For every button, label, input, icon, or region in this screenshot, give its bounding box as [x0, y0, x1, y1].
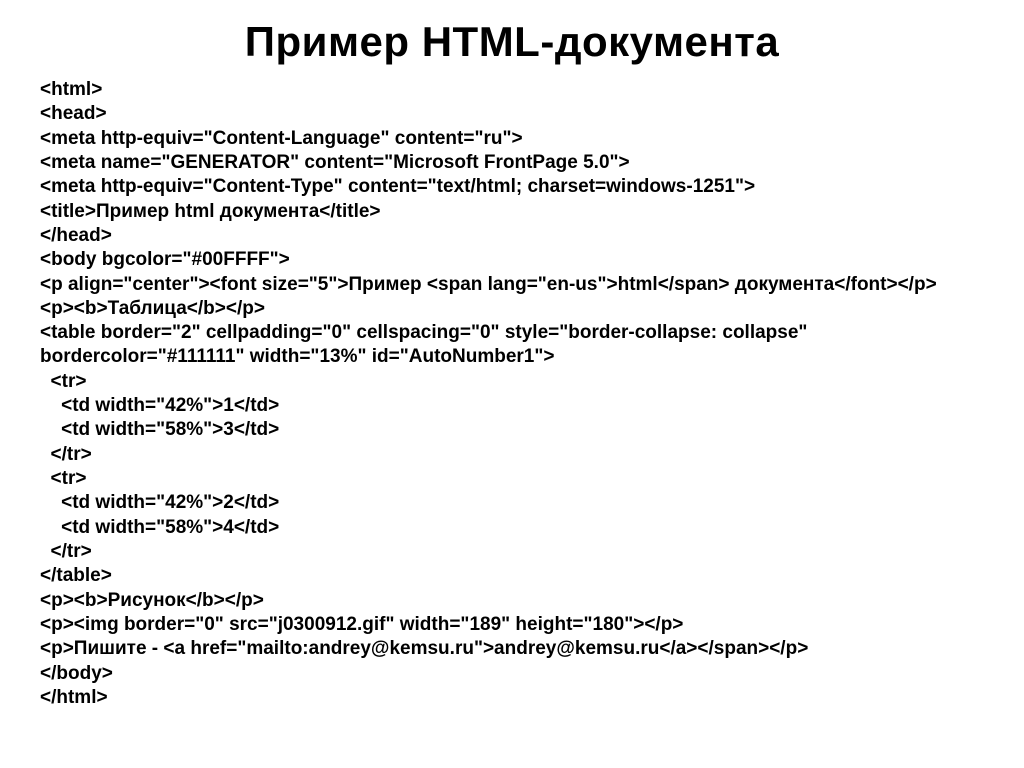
code-block: <html> <head> <meta http-equiv="Content-…	[40, 78, 984, 710]
slide-title: Пример HTML-документа	[0, 18, 1024, 66]
